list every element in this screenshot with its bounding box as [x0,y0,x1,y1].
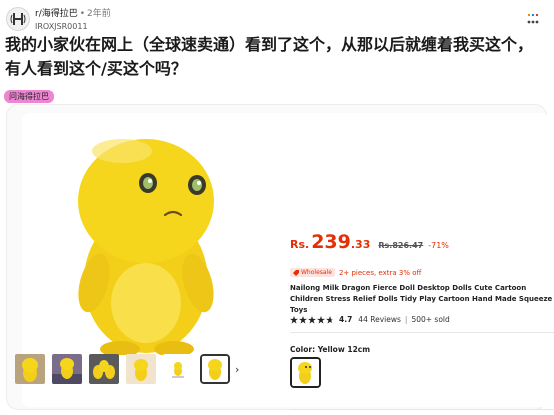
more-options-icon [527,14,539,24]
product-info: Rs. 239.33 Rs.826.47 -71% Wholesale 2+ pi… [290,231,554,410]
star-icon [299,315,307,324]
post-flair[interactable]: 问海得拉巴 [4,90,54,103]
wholesale-offer: 2+ pieces, extra 3% off [338,268,422,277]
rating-stars [290,315,335,324]
reviews-link[interactable]: 44 Reviews [358,315,401,324]
divider: | [404,315,408,324]
product-main-image [78,139,214,355]
color-label: Color: Yellow 12cm [290,345,371,354]
price-row: Rs. 239.33 Rs.826.47 -71% [290,231,554,253]
thumbnail-next-icon[interactable]: › [235,363,239,376]
price-currency: Rs. [290,238,310,251]
original-price: Rs.826.47 [378,241,424,250]
wholesale-badge: Wholesale [290,268,335,277]
star-half-icon [326,315,334,324]
rating-value: 4.7 [339,315,353,324]
star-icon [317,315,325,324]
thumbnail[interactable] [126,354,156,384]
subreddit-avatar[interactable] [6,6,30,31]
subreddit-logo-icon [10,12,26,25]
tag-icon [293,269,299,276]
post-title[interactable]: 我的小家伙在网上（全球速卖通）看到了这个，从那以后就缠着我买这个，有人看到这个/… [5,33,545,81]
post-author[interactable]: IROXJSR0011 [35,21,111,32]
thumbnail[interactable] [89,354,119,384]
thumbnail[interactable] [163,354,193,384]
subreddit-name[interactable]: r/海得拉巴 [35,9,78,19]
divider-line [290,332,554,333]
price-integer: 239 [311,231,351,253]
thumbnail[interactable] [52,354,82,384]
swatch-image [292,359,319,386]
post-meta: r/海得拉巴 • 2年前 IROXJSR0011 [35,5,111,32]
thumbnail-strip: › [15,354,239,384]
wholesale-row: Wholesale 2+ pieces, extra 3% off [290,268,421,277]
price-decimal: .33 [350,238,371,251]
rating-row: 4.7 44 Reviews | 500+ sold [290,315,450,324]
star-icon [290,315,298,324]
post-header: r/海得拉巴 • 2年前 IROXJSR0011 [6,5,111,32]
overflow-menu-button[interactable] [521,11,545,27]
meta-separator: • [79,9,86,19]
product-title: Nailong Milk Dragon Fierce Doll Desktop … [290,284,553,314]
star-icon [308,315,316,324]
divider-line [290,409,554,410]
thumbnail-selected[interactable] [200,354,230,384]
color-option-yellow[interactable] [290,357,321,388]
discount-badge: -71% [428,241,449,250]
sold-count: 500+ sold [411,315,450,324]
post-age: 2年前 [87,9,111,19]
thumbnail[interactable] [15,354,45,384]
wholesale-label: Wholesale [301,269,332,276]
